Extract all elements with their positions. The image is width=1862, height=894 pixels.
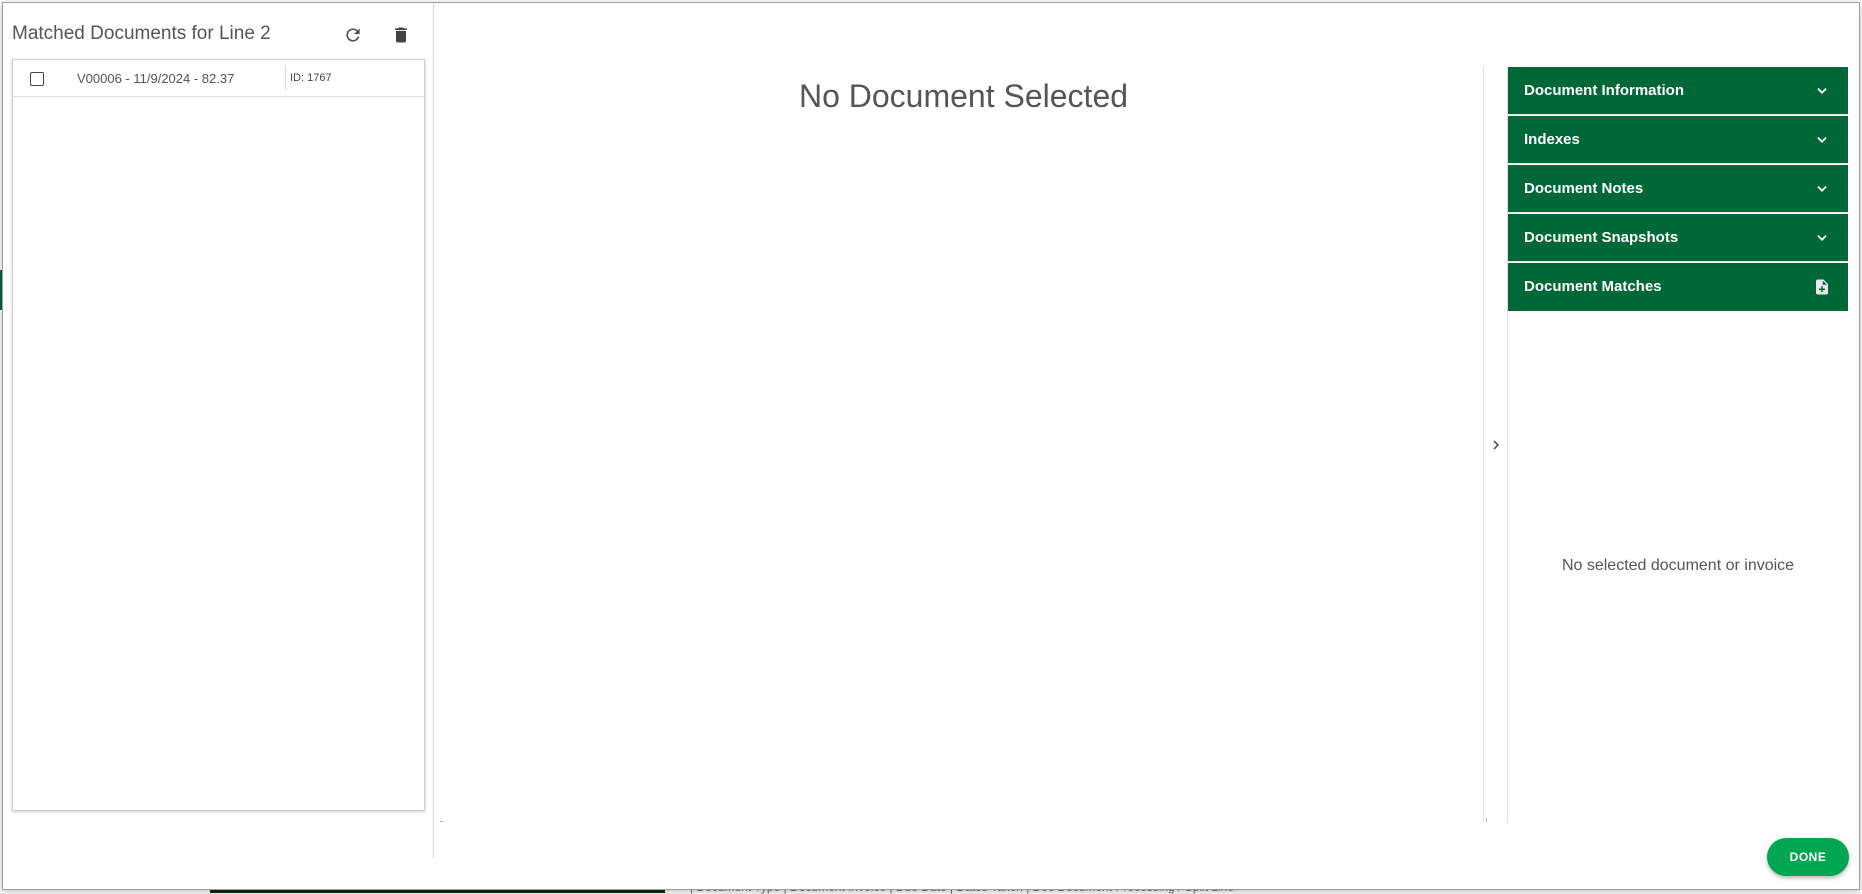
trash-icon: [395, 27, 407, 43]
viewer-corner-mark: [1486, 818, 1487, 822]
accordion-label: Document Snapshots: [1524, 229, 1679, 246]
accordion-label: Document Matches: [1524, 278, 1662, 295]
accordion-indexes[interactable]: Indexes: [1508, 116, 1848, 164]
chevron-down-icon: [1812, 81, 1832, 101]
column-divider: [285, 66, 286, 90]
matched-documents-panel: Matched Documents for Line 2 V00006 - 11…: [3, 3, 434, 858]
document-list: V00006 - 11/9/2024 - 82.37 ID: 1767: [12, 59, 425, 811]
accordion-document-information[interactable]: Document Information: [1508, 67, 1848, 115]
accordion-label: Document Notes: [1524, 180, 1644, 197]
empty-state-message: No selected document or invoice: [1561, 557, 1795, 574]
viewer-title: No Document Selected: [798, 78, 1129, 114]
list-item[interactable]: V00006 - 11/9/2024 - 82.37 ID: 1767: [13, 60, 424, 97]
accordion-label: Document Information: [1524, 82, 1684, 99]
chevron-down-icon: [1812, 179, 1832, 199]
add-document-icon[interactable]: [1812, 277, 1832, 297]
chevron-right-icon: [1493, 440, 1500, 450]
document-label: V00006 - 11/9/2024 - 82.37: [77, 71, 235, 86]
accordion-label: Indexes: [1524, 131, 1580, 148]
chevron-down-icon: [1812, 228, 1832, 248]
accordion-document-matches[interactable]: Document Matches: [1508, 263, 1848, 311]
delete-button[interactable]: [387, 21, 415, 49]
done-button[interactable]: DONE: [1767, 838, 1849, 876]
viewer-corner-mark: [440, 821, 443, 822]
panel-divider: [1483, 67, 1484, 822]
collapse-side-panel-button[interactable]: [1487, 435, 1505, 455]
document-checkbox[interactable]: [30, 72, 44, 86]
refresh-icon: [346, 28, 360, 42]
document-viewer: No Document Selected: [440, 67, 1487, 822]
refresh-button[interactable]: [339, 21, 367, 49]
document-id: ID: 1767: [290, 72, 332, 84]
document-details-panel: Document Information Indexes Document No…: [1508, 67, 1848, 822]
chevron-down-icon: [1812, 130, 1832, 150]
matched-documents-dialog: Matched Documents for Line 2 V00006 - 11…: [2, 2, 1860, 890]
accordion-document-notes[interactable]: Document Notes: [1508, 165, 1848, 213]
accordion-document-snapshots[interactable]: Document Snapshots: [1508, 214, 1848, 262]
panel-title: Matched Documents for Line 2: [12, 23, 271, 44]
